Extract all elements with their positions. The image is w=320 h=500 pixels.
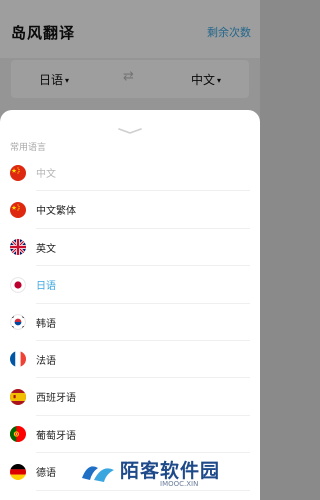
language-list: 中文中文繁体英文日语韩语法语西班牙语葡萄牙语德语	[0, 154, 260, 491]
language-option-label: 英文	[36, 243, 56, 255]
language-option-label: 韩语	[36, 318, 56, 330]
watermark-logo-icon	[82, 466, 114, 482]
language-option-label: 西班牙语	[36, 393, 76, 405]
china-flag-icon	[10, 164, 26, 181]
collapse-chevron-icon[interactable]	[117, 120, 143, 134]
china-flag-icon	[10, 201, 26, 218]
watermark-text: 陌客软件园	[120, 460, 221, 482]
japan-flag-icon	[10, 276, 26, 293]
korea-flag-icon	[10, 314, 26, 331]
spain-flag-icon	[10, 388, 26, 405]
language-option[interactable]: 日语	[0, 266, 260, 304]
language-option: 中文	[0, 154, 260, 192]
germany-flag-icon	[10, 463, 26, 480]
language-option[interactable]: 英文	[0, 229, 260, 267]
language-option-label: 中文	[36, 169, 56, 180]
language-option[interactable]: 葡萄牙语	[0, 416, 260, 454]
language-option[interactable]: 西班牙语	[0, 378, 260, 416]
language-picker-sheet: 常用语言 中文中文繁体英文日语韩语法语西班牙语葡萄牙语德语	[0, 110, 260, 500]
section-title: 常用语言	[10, 143, 47, 153]
language-option[interactable]: 法语	[0, 341, 260, 379]
language-option-label: 德语	[36, 468, 56, 480]
language-option-label: 中文繁体	[36, 206, 76, 218]
france-flag-icon	[10, 351, 26, 368]
language-option-label: 日语	[36, 281, 56, 293]
language-option[interactable]: 中文繁体	[0, 191, 260, 229]
watermark: 陌客软件园 IMOOC.XIN	[78, 452, 248, 496]
language-option[interactable]: 韩语	[0, 304, 260, 341]
uk-flag-icon	[10, 239, 26, 256]
language-option-label: 葡萄牙语	[36, 430, 76, 442]
portugal-flag-icon	[10, 426, 26, 443]
language-option-label: 法语	[36, 355, 56, 367]
watermark-subtext: IMOOC.XIN	[160, 480, 199, 488]
